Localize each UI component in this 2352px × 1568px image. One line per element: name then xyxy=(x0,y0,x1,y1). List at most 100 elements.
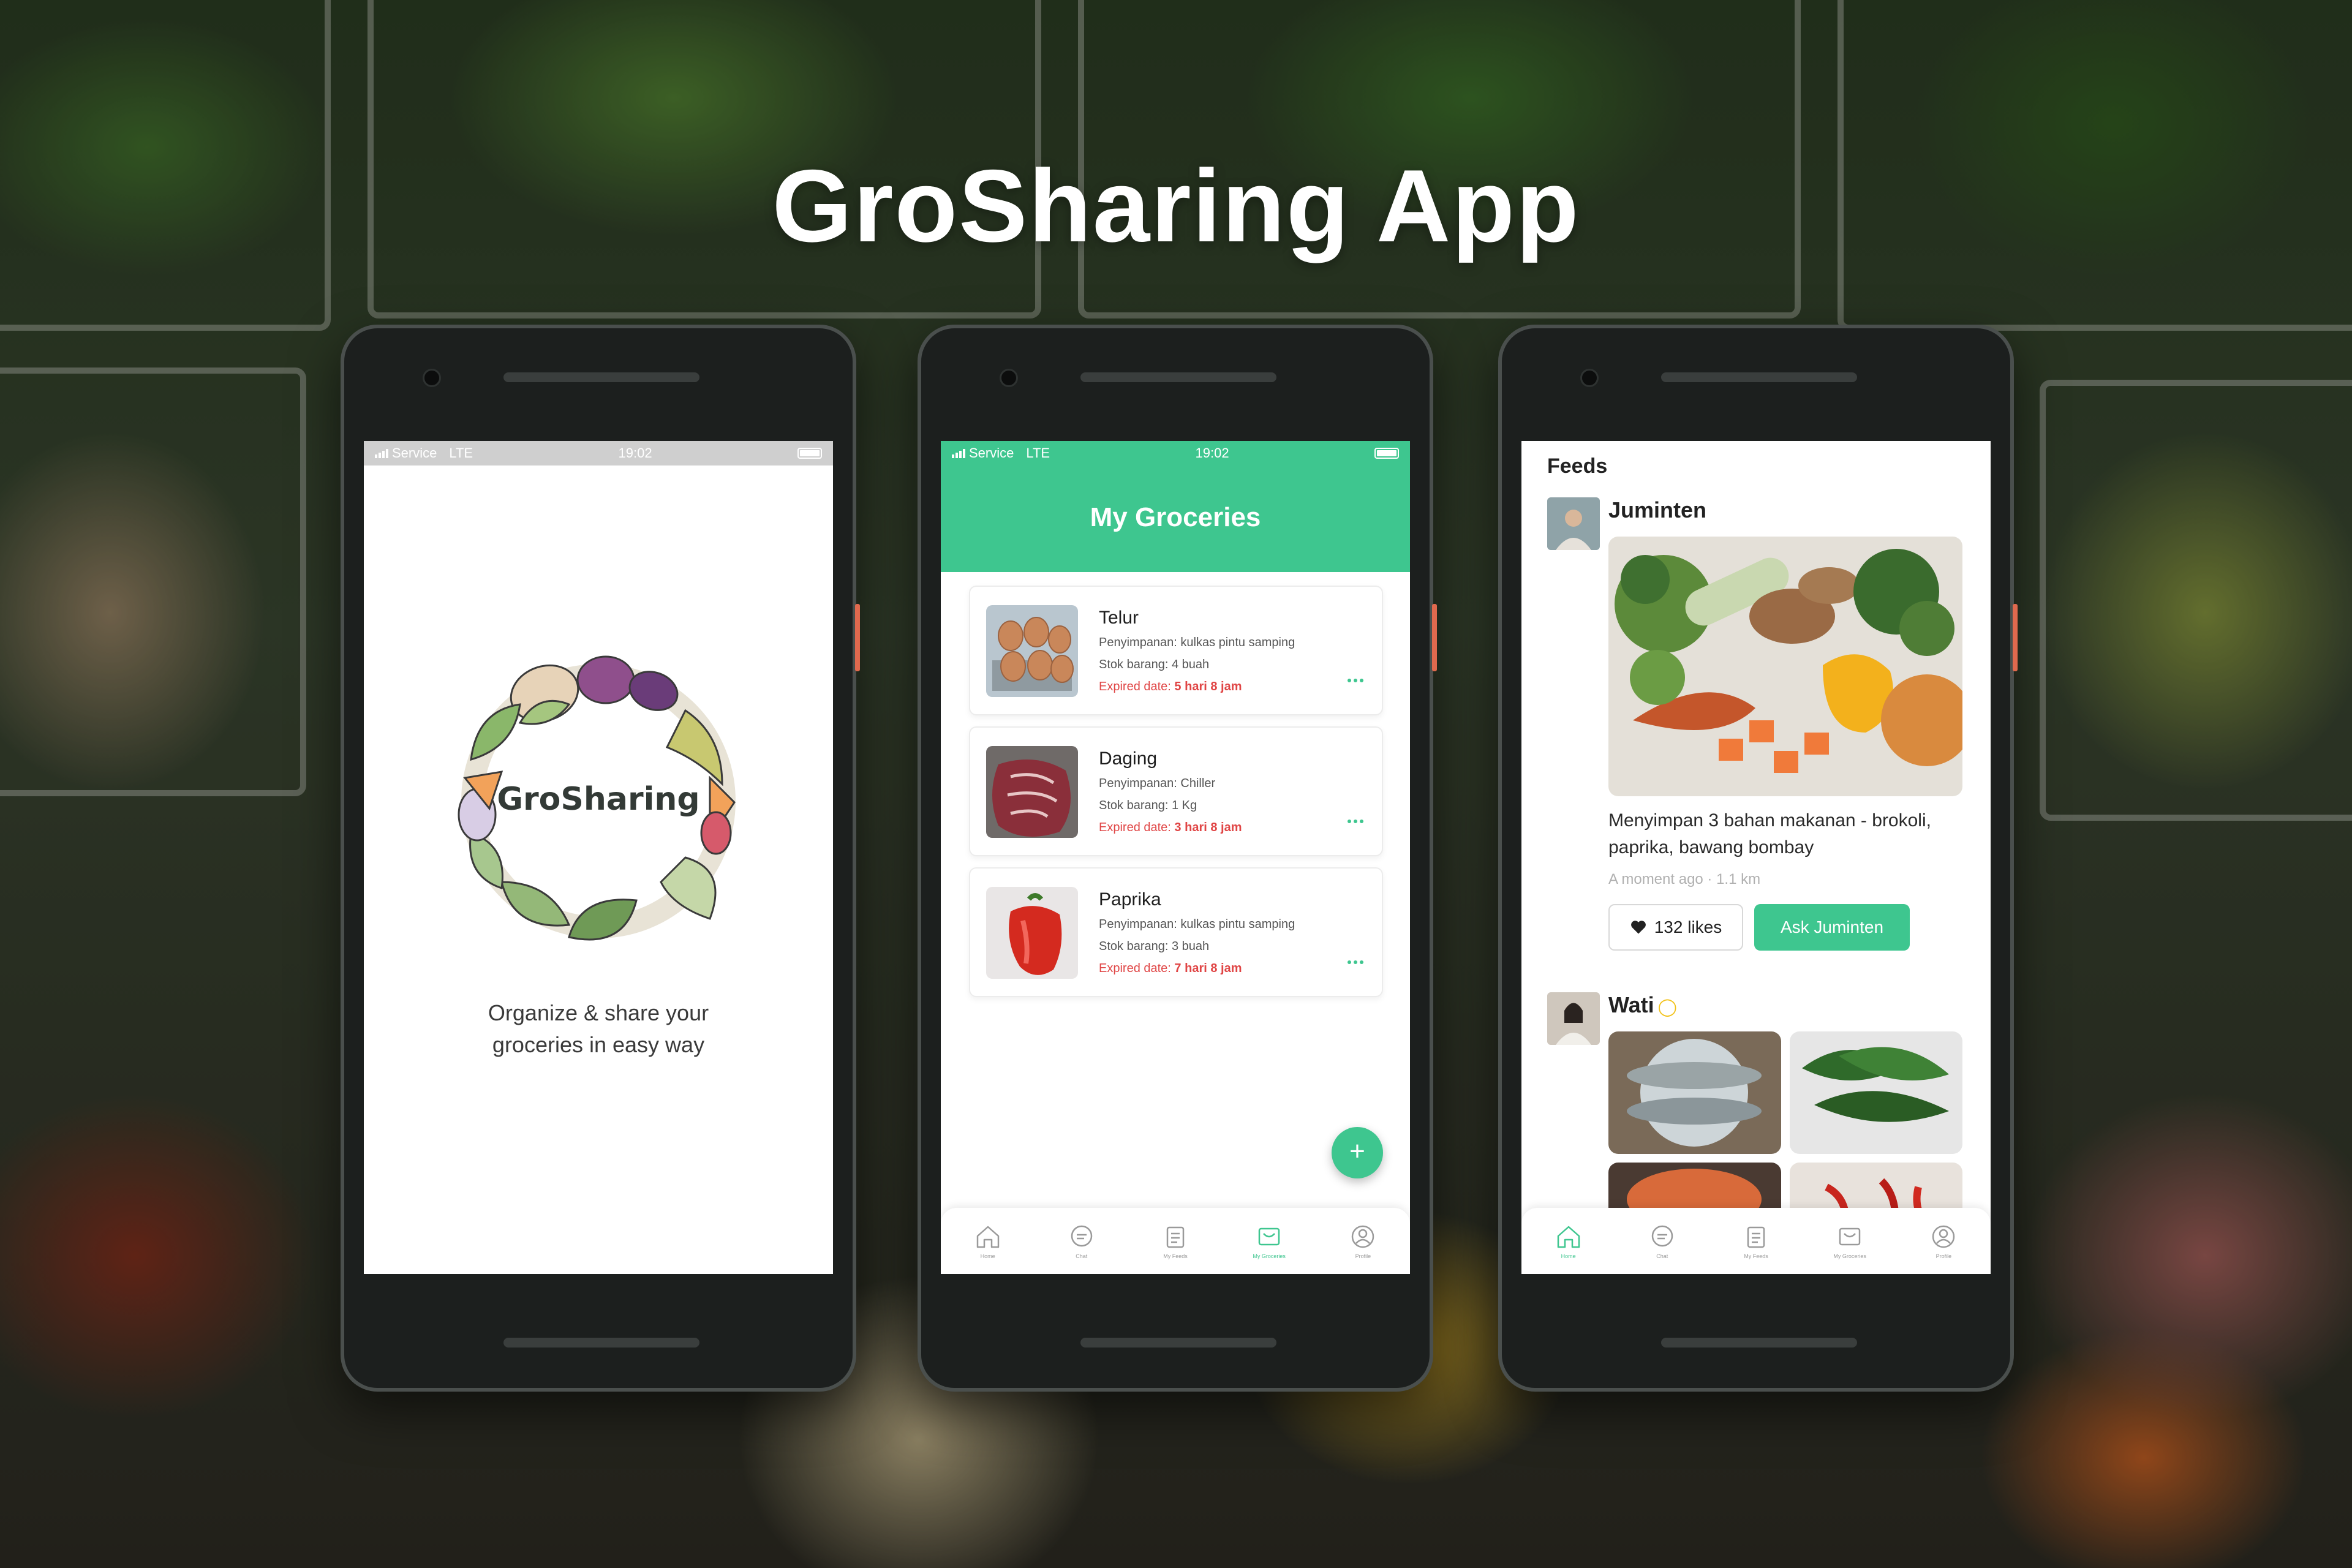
network-label: LTE xyxy=(449,445,473,461)
avatar[interactable] xyxy=(1547,497,1600,550)
add-grocery-button[interactable]: + xyxy=(1332,1127,1383,1178)
nav-my-groceries[interactable]: My Groceries xyxy=(1232,1221,1306,1259)
nav-label: My Feeds xyxy=(1744,1253,1768,1259)
nav-label: Home xyxy=(1561,1253,1576,1259)
bottom-navigation: Home Chat My Feeds My Groceries Profile xyxy=(1521,1208,1991,1274)
meat-image xyxy=(986,746,1078,838)
home-icon xyxy=(1557,1226,1580,1248)
more-options-icon[interactable] xyxy=(1348,820,1363,823)
earpiece xyxy=(1661,372,1857,382)
front-camera xyxy=(1580,369,1599,387)
heart-icon xyxy=(1630,921,1646,934)
chat-icon xyxy=(1651,1225,1673,1247)
red-pepper-image xyxy=(986,887,1078,979)
status-bar: Service LTE 19:02 xyxy=(941,441,1410,466)
post-username[interactable]: Juminten xyxy=(1608,497,1706,523)
network-label: LTE xyxy=(1026,445,1050,461)
nav-my-groceries[interactable]: My Groceries xyxy=(1813,1221,1887,1259)
groceries-icon xyxy=(1258,1227,1280,1246)
stock-info: Stok barang: 3 buah xyxy=(1099,940,1210,953)
front-camera xyxy=(1000,369,1018,387)
home-indicator xyxy=(1661,1338,1857,1348)
signal-icon xyxy=(952,448,965,458)
nav-label: Home xyxy=(980,1253,995,1259)
post-meta: A moment ago · 1.1 km xyxy=(1608,871,1761,888)
status-bar: Service LTE 19:02 xyxy=(364,441,833,466)
nav-profile[interactable]: Profile xyxy=(1326,1221,1400,1259)
more-options-icon[interactable] xyxy=(1348,679,1363,682)
spinach-photo[interactable] xyxy=(1790,1031,1962,1154)
power-button xyxy=(2013,604,2018,671)
stock-info: Stok barang: 1 Kg xyxy=(1099,799,1197,812)
groceries-screen: Service LTE 19:02 My Groceries Telur Pen… xyxy=(941,441,1410,1274)
tagline-line-1: Organize & share your xyxy=(488,1000,709,1025)
nav-chat[interactable]: Chat xyxy=(1045,1221,1118,1259)
power-button xyxy=(1432,604,1437,671)
fish-photo[interactable] xyxy=(1608,1031,1781,1154)
expiry-value: 5 hari 8 jam xyxy=(1174,680,1242,693)
groceries-icon xyxy=(1839,1227,1861,1246)
profile-icon xyxy=(1352,1225,1374,1248)
home-icon xyxy=(976,1226,999,1248)
expiry-label: Expired date: xyxy=(1099,680,1171,693)
earpiece xyxy=(503,372,699,382)
nav-my-feeds[interactable]: My Feeds xyxy=(1139,1221,1212,1259)
grocery-name: Telur xyxy=(1099,608,1139,628)
profile-icon xyxy=(1932,1225,1955,1248)
ask-user-button[interactable]: Ask Juminten xyxy=(1754,904,1910,951)
logo-text: GroSharing xyxy=(497,781,700,818)
home-indicator xyxy=(1080,1338,1276,1348)
clock: 19:02 xyxy=(618,445,652,461)
nav-label: Chat xyxy=(1076,1253,1088,1259)
screen-title: Feeds xyxy=(1547,454,1608,478)
feeds-screen: Feeds Juminten Menyimpan 3 bahan makanan… xyxy=(1521,441,1991,1274)
storage-info: Penyimpanan: kulkas pintu samping xyxy=(1099,636,1295,649)
power-button xyxy=(855,604,860,671)
post-username[interactable]: Wati ◯ xyxy=(1608,992,1677,1018)
phone-groceries: Service LTE 19:02 My Groceries Telur Pen… xyxy=(918,325,1437,1392)
tagline: Organize & share your groceries in easy … xyxy=(364,997,833,1061)
nav-my-feeds[interactable]: My Feeds xyxy=(1719,1221,1793,1259)
more-options-icon[interactable] xyxy=(1348,960,1363,964)
expiry-label: Expired date: xyxy=(1099,962,1171,975)
phone-feeds: Feeds Juminten Menyimpan 3 bahan makanan… xyxy=(1498,325,2018,1392)
gold-badge-icon: ◯ xyxy=(1657,997,1677,1016)
earpiece xyxy=(1080,372,1276,382)
nav-label: My Groceries xyxy=(1253,1253,1286,1259)
carrier-label: Service xyxy=(392,445,437,461)
clock: 19:02 xyxy=(1195,445,1229,461)
grocery-list: Telur Penyimpanan: kulkas pintu samping … xyxy=(969,586,1383,1008)
nav-home[interactable]: Home xyxy=(1532,1221,1605,1259)
storage-info: Penyimpanan: kulkas pintu samping xyxy=(1099,918,1295,931)
nav-chat[interactable]: Chat xyxy=(1626,1221,1699,1259)
front-camera xyxy=(423,369,441,387)
username-text: Wati xyxy=(1608,992,1654,1017)
post-caption: Menyimpan 3 bahan makanan - brokoli, pap… xyxy=(1608,810,1931,858)
expiry-info: Expired date: 7 hari 8 jam xyxy=(1099,962,1242,976)
expiry-info: Expired date: 5 hari 8 jam xyxy=(1099,680,1242,694)
like-count: 132 likes xyxy=(1654,918,1722,937)
grocery-card-daging[interactable]: Daging Penyimpanan: Chiller Stok barang:… xyxy=(969,726,1383,856)
vegetables-photo[interactable] xyxy=(1608,537,1962,796)
home-indicator xyxy=(503,1338,699,1348)
nav-home[interactable]: Home xyxy=(951,1221,1025,1259)
expiry-value: 7 hari 8 jam xyxy=(1174,962,1242,975)
nav-profile[interactable]: Profile xyxy=(1907,1221,1980,1259)
grocery-card-paprika[interactable]: Paprika Penyimpanan: kulkas pintu sampin… xyxy=(969,867,1383,997)
tagline-line-2: groceries in easy way xyxy=(492,1032,705,1057)
grocery-card-telur[interactable]: Telur Penyimpanan: kulkas pintu samping … xyxy=(969,586,1383,715)
grocery-name: Paprika xyxy=(1099,889,1161,910)
expiry-info: Expired date: 3 hari 8 jam xyxy=(1099,821,1242,835)
avatar[interactable] xyxy=(1547,992,1600,1045)
groceries-header: Service LTE 19:02 My Groceries xyxy=(941,441,1410,572)
nav-label: Profile xyxy=(1355,1253,1371,1259)
battery-icon xyxy=(1374,448,1399,459)
nav-label: My Groceries xyxy=(1833,1253,1866,1259)
nav-label: Chat xyxy=(1656,1253,1668,1259)
feeds-icon xyxy=(1166,1226,1185,1248)
carrier-label: Service xyxy=(969,445,1014,461)
like-button[interactable]: 132 likes xyxy=(1608,904,1743,951)
battery-icon xyxy=(797,448,822,459)
eggs-image xyxy=(986,605,1078,697)
bottom-navigation: Home Chat My Feeds My Groceries Profile xyxy=(941,1208,1410,1274)
